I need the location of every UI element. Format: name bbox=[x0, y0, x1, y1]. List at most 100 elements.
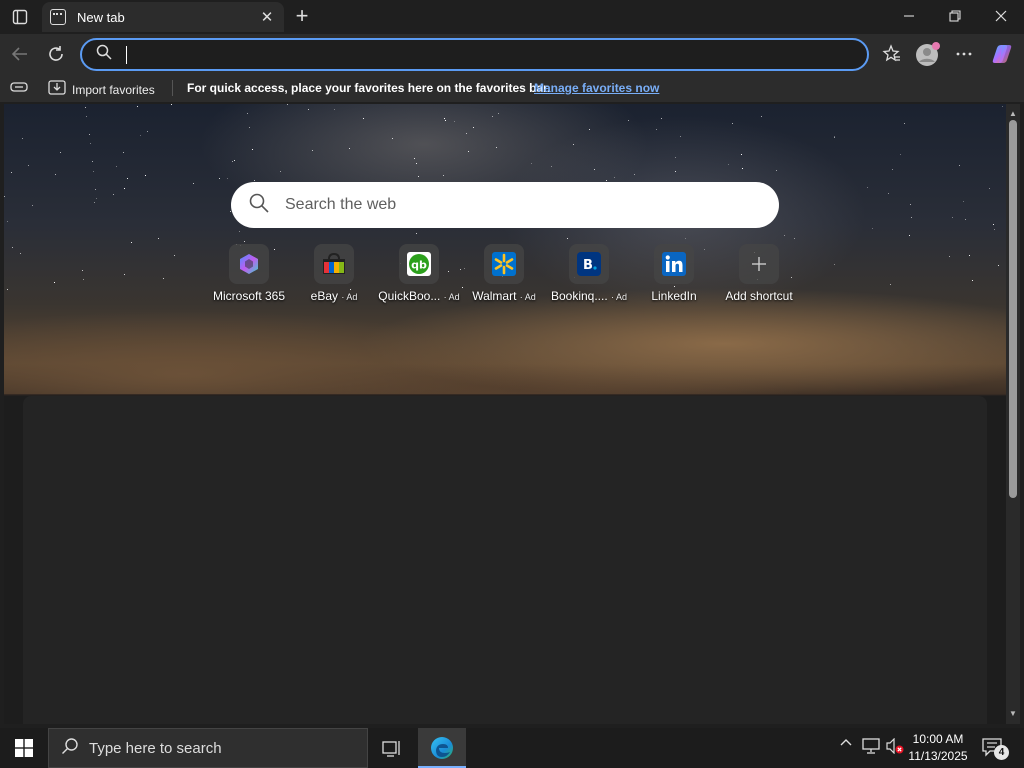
notification-count-badge: 4 bbox=[994, 745, 1009, 760]
star bbox=[496, 147, 497, 148]
star bbox=[834, 137, 835, 138]
star bbox=[732, 123, 733, 124]
manage-favorites-link[interactable]: Manage favorites now bbox=[534, 81, 659, 95]
star bbox=[249, 127, 250, 128]
star bbox=[959, 165, 960, 166]
star bbox=[95, 189, 96, 190]
star bbox=[904, 123, 905, 124]
import-favorites-button[interactable]: Import favorites bbox=[48, 79, 155, 100]
shortcut-microsoft-365[interactable]: Microsoft 365 bbox=[207, 244, 291, 303]
star bbox=[911, 217, 912, 218]
web-search-box[interactable]: Search the web bbox=[231, 182, 779, 228]
star bbox=[280, 171, 281, 172]
close-window-button[interactable] bbox=[978, 0, 1024, 32]
edge-taskbar-icon[interactable] bbox=[418, 728, 466, 768]
shortcut-label: Walmart bbox=[472, 289, 517, 303]
star bbox=[680, 136, 681, 137]
star bbox=[784, 235, 785, 236]
taskbar-search-placeholder: Type here to search bbox=[89, 739, 222, 757]
more-options-icon[interactable] bbox=[948, 38, 980, 70]
star bbox=[96, 198, 97, 199]
network-icon[interactable] bbox=[862, 738, 880, 754]
address-bar[interactable] bbox=[80, 38, 869, 71]
star bbox=[993, 224, 994, 225]
favorites-bar-message: For quick access, place your favorites h… bbox=[187, 81, 551, 95]
copilot-icon[interactable] bbox=[986, 38, 1018, 70]
taskbar-clock[interactable]: 10:00 AM 11/13/2025 bbox=[906, 731, 970, 765]
show-hidden-icons-chevron-up-icon[interactable] bbox=[838, 738, 854, 746]
shortcut-linkedin[interactable]: LinkedIn bbox=[632, 244, 716, 303]
star bbox=[675, 157, 676, 158]
new-tab-button[interactable]: + bbox=[290, 3, 314, 28]
import-icon bbox=[48, 79, 66, 100]
star bbox=[7, 221, 8, 222]
ad-badge: · Ad bbox=[611, 292, 628, 302]
star bbox=[892, 169, 893, 170]
star bbox=[872, 228, 873, 229]
star bbox=[888, 193, 889, 194]
back-icon[interactable] bbox=[4, 38, 36, 70]
star bbox=[140, 135, 141, 136]
add-shortcut-button[interactable]: Add shortcut bbox=[717, 244, 801, 303]
minimize-button[interactable] bbox=[886, 0, 932, 32]
scrollbar-thumb[interactable] bbox=[1009, 120, 1017, 498]
star bbox=[867, 187, 868, 188]
close-tab-icon[interactable]: ✕ bbox=[258, 8, 276, 26]
star bbox=[741, 154, 742, 155]
windows-start-icon[interactable] bbox=[0, 728, 48, 768]
star bbox=[656, 129, 657, 130]
plus-icon bbox=[739, 244, 779, 284]
tab-new-tab[interactable]: New tab ✕ bbox=[42, 2, 284, 32]
new-tab-favicon-icon bbox=[50, 9, 66, 25]
star bbox=[28, 165, 29, 166]
favorites-star-icon[interactable] bbox=[876, 38, 908, 70]
notification-center-icon[interactable]: 4 bbox=[982, 738, 1010, 760]
star bbox=[147, 131, 148, 132]
star bbox=[193, 183, 194, 184]
shortcut-label: QuickBoo... bbox=[378, 289, 441, 303]
star bbox=[11, 172, 12, 173]
shortcut-ebay[interactable]: eBay · Ad bbox=[292, 244, 376, 303]
scroll-up-icon[interactable]: ▲ bbox=[1006, 106, 1020, 120]
svg-text:B: B bbox=[583, 258, 593, 273]
star bbox=[498, 113, 499, 114]
profile-avatar[interactable] bbox=[912, 38, 944, 70]
star bbox=[594, 169, 595, 170]
star bbox=[94, 202, 95, 203]
ebay-bag-icon bbox=[314, 244, 354, 284]
star bbox=[85, 107, 86, 108]
star bbox=[794, 238, 795, 239]
volume-muted-icon[interactable] bbox=[886, 738, 904, 754]
tab-actions-icon[interactable] bbox=[8, 6, 32, 28]
star bbox=[232, 161, 233, 162]
tab-title: New tab bbox=[77, 9, 125, 25]
search-icon bbox=[96, 44, 112, 65]
quickbooks-icon: qb bbox=[399, 244, 439, 284]
microsoft-365-icon bbox=[229, 244, 269, 284]
taskbar-search-box[interactable]: Type here to search bbox=[48, 728, 368, 768]
shortcut-walmart[interactable]: Walmart · Ad bbox=[462, 244, 546, 303]
refresh-icon[interactable] bbox=[40, 38, 72, 70]
star bbox=[414, 158, 415, 159]
shortcut-booking[interactable]: B Bookinq.... · Ad bbox=[547, 244, 631, 303]
favorites-bar-toggle-icon[interactable] bbox=[10, 80, 28, 99]
star bbox=[416, 163, 417, 164]
star bbox=[239, 231, 240, 232]
star bbox=[963, 201, 964, 202]
star bbox=[776, 170, 777, 171]
star bbox=[92, 161, 93, 162]
star bbox=[252, 149, 253, 150]
walmart-spark-icon bbox=[484, 244, 524, 284]
content-feed-panel bbox=[23, 396, 987, 724]
star bbox=[900, 154, 901, 155]
task-view-icon[interactable] bbox=[380, 738, 404, 758]
star bbox=[60, 152, 61, 153]
star bbox=[334, 109, 335, 110]
scroll-down-icon[interactable]: ▼ bbox=[1006, 706, 1020, 720]
star bbox=[761, 116, 762, 117]
star bbox=[614, 177, 615, 178]
star bbox=[131, 242, 132, 243]
restore-button[interactable] bbox=[932, 0, 978, 32]
star bbox=[171, 104, 172, 105]
shortcut-quickbooks[interactable]: qb QuickBoo... · Ad bbox=[377, 244, 461, 303]
